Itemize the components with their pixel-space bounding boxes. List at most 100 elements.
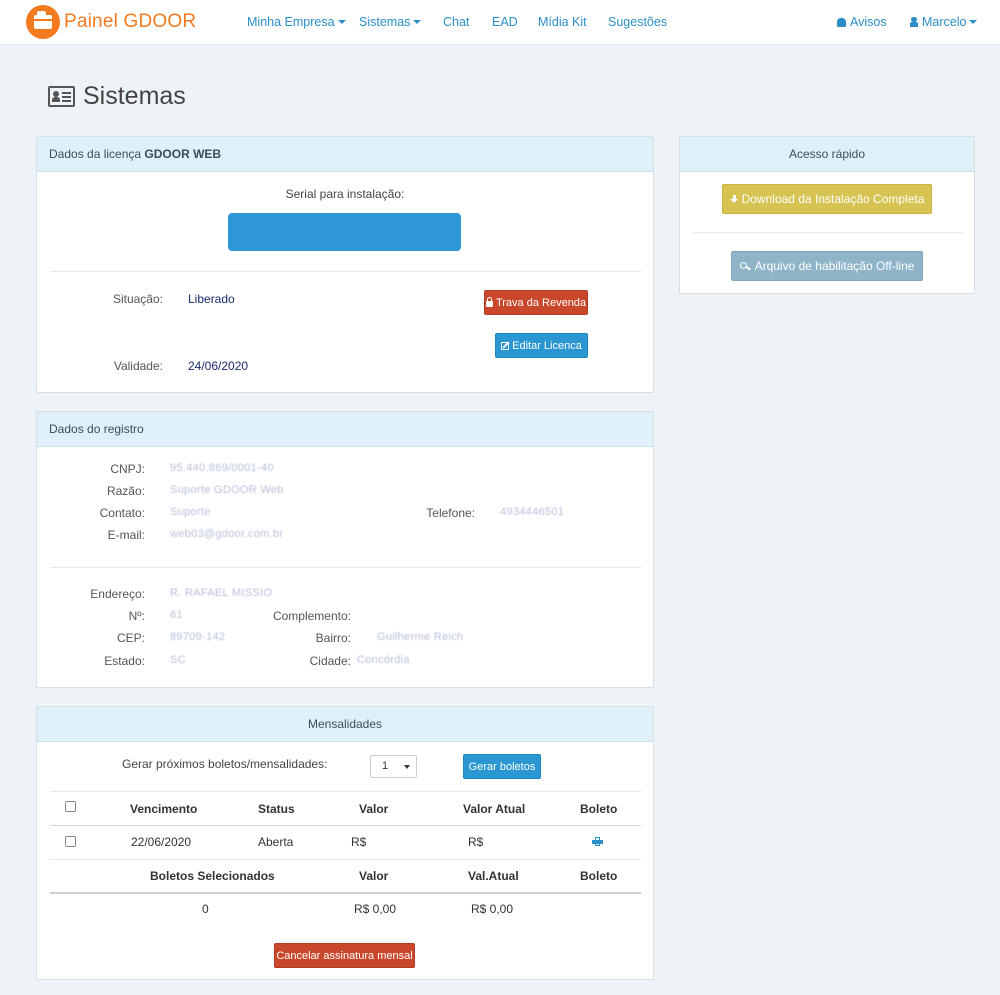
billing-panel: Mensalidades Gerar próximos boletos/mens… [36, 706, 654, 980]
endereco-label: Endereço: [90, 587, 145, 601]
nav-avisos-label: Avisos [850, 15, 887, 29]
edit-icon [501, 341, 510, 350]
summary-col-val-atual: Val.Atual [468, 869, 519, 883]
caret-down-icon [404, 765, 410, 769]
summary-col-selecionados: Boletos Selecionados [150, 869, 275, 883]
serial-label: Serial para instalação: [285, 187, 405, 201]
row-status: Aberta [258, 835, 294, 849]
divider [50, 859, 641, 860]
divider [50, 271, 641, 272]
billing-panel-heading: Mensalidades [37, 707, 653, 742]
key-icon [739, 262, 751, 270]
nav-user-label: Marcelo [922, 15, 967, 29]
contato-label: Contato: [99, 506, 145, 520]
download-installation-button[interactable]: Download da Instalação Completa [722, 184, 932, 214]
quick-access-heading: Acesso rápido [680, 137, 974, 172]
gerar-boletos-button[interactable]: Gerar boletos [463, 754, 541, 779]
top-navbar: Painel GDOOR Minha Empresa Sistemas Chat… [0, 0, 1000, 45]
nav-sistemas[interactable]: Sistemas [359, 15, 422, 29]
row-checkbox[interactable] [65, 836, 76, 847]
nav-minha-empresa-label: Minha Empresa [247, 15, 335, 29]
nav-minha-empresa[interactable]: Minha Empresa [247, 15, 346, 29]
col-boleto: Boleto [580, 802, 618, 816]
situacao-label: Situação: [112, 292, 163, 306]
estado-value: SC [170, 654, 186, 666]
license-heading-prefix: Dados da licença [49, 147, 142, 161]
summary-val-atual: R$ 0,00 [471, 902, 514, 916]
registration-panel: Dados do registro CNPJ: 95.440.869/0001-… [36, 411, 654, 688]
bell-icon [837, 18, 846, 27]
nav-ead[interactable]: EAD [492, 15, 518, 29]
cep-value: 89709-142 [170, 631, 226, 643]
page-title-text: Sistemas [83, 82, 186, 110]
download-icon [729, 194, 739, 204]
divider [50, 791, 641, 792]
telefone-value: 4934446501 [500, 506, 565, 518]
user-icon [910, 17, 918, 27]
registration-panel-heading: Dados do registro [37, 412, 653, 447]
summary-valor: R$ 0,00 [354, 902, 397, 916]
numero-label: Nº: [128, 609, 145, 623]
cep-label: CEP: [116, 631, 145, 645]
bairro-label: Bairro: [315, 631, 351, 645]
license-heading-product: GDOOR WEB [144, 147, 222, 161]
telefone-label: Telefone: [426, 506, 475, 520]
nav-chat[interactable]: Chat [443, 15, 469, 29]
summary-col-boleto: Boleto [580, 869, 618, 883]
divider [693, 232, 963, 233]
bairro-value: Guilherme Reich [377, 631, 464, 643]
endereco-value: R. RAFAEL MISSIO [170, 587, 273, 599]
razao-value: Suporte GDOOR Web [170, 484, 284, 496]
col-vencimento: Vencimento [130, 802, 198, 816]
col-valor-atual: Valor Atual [463, 802, 526, 816]
complemento-label: Complemento: [272, 609, 351, 623]
license-panel-heading: Dados da licença GDOOR WEB [37, 137, 653, 172]
gdoor-logo-icon [26, 5, 60, 39]
lock-icon [485, 296, 493, 307]
nav-sugestoes[interactable]: Sugestões [608, 15, 667, 29]
col-valor: Valor [359, 802, 389, 816]
download-installation-label: Download da Instalação Completa [741, 192, 925, 206]
boletos-quantity-select[interactable]: 1 [370, 755, 417, 778]
cnpj-value: 95.440.869/0001-40 [170, 462, 274, 474]
trava-revenda-button[interactable]: Trava da Revenda [484, 290, 588, 315]
trava-revenda-label: Trava da Revenda [495, 296, 587, 309]
page-title: Sistemas [48, 82, 186, 111]
razao-label: Razão: [106, 484, 145, 498]
row-valor-atual: R$ [468, 835, 484, 849]
cidade-value: Concórdia [357, 654, 410, 666]
printer-icon[interactable] [592, 837, 603, 846]
numero-value: 61 [170, 609, 183, 621]
estado-label: Estado: [104, 654, 145, 668]
row-valor: R$ [351, 835, 367, 849]
nav-midia-kit[interactable]: Mídia Kit [538, 15, 587, 29]
offline-activation-button[interactable]: Arquivo de habilitação Off-line [731, 251, 923, 281]
divider [50, 567, 641, 568]
quick-access-panel: Acesso rápido Download da Instalação Com… [679, 136, 975, 294]
caret-down-icon [413, 20, 422, 24]
serial-value-box [228, 213, 461, 251]
cnpj-label: CNPJ: [110, 462, 145, 476]
caret-down-icon [969, 20, 978, 24]
cidade-label: Cidade: [309, 654, 351, 668]
nav-avisos[interactable]: Avisos [837, 15, 887, 29]
email-value: web03@gdoor.com.br [170, 528, 284, 540]
id-card-icon [48, 86, 75, 107]
cancelar-assinatura-button[interactable]: Cancelar assinatura mensal [274, 943, 415, 968]
brand-name: Painel GDOOR [64, 11, 197, 32]
brand-logo-link[interactable]: Painel GDOOR [26, 5, 196, 39]
editar-licenca-label: Editar Licenca [512, 339, 582, 352]
divider [50, 825, 641, 826]
caret-down-icon [337, 20, 346, 24]
select-all-checkbox[interactable] [65, 801, 76, 812]
validade-label: Validade: [113, 359, 163, 373]
nav-user-menu[interactable]: Marcelo [910, 15, 978, 29]
validade-value: 24/06/2020 [188, 359, 249, 373]
gerar-boletos-label: Gerar próximos boletos/mensalidades: [122, 757, 328, 771]
license-panel: Dados da licença GDOOR WEB Serial para i… [36, 136, 654, 393]
email-label: E-mail: [107, 528, 145, 542]
row-vencimento: 22/06/2020 [131, 835, 192, 849]
divider [50, 892, 641, 894]
editar-licenca-button[interactable]: Editar Licenca [495, 333, 588, 358]
summary-selecionados: 0 [202, 902, 209, 916]
